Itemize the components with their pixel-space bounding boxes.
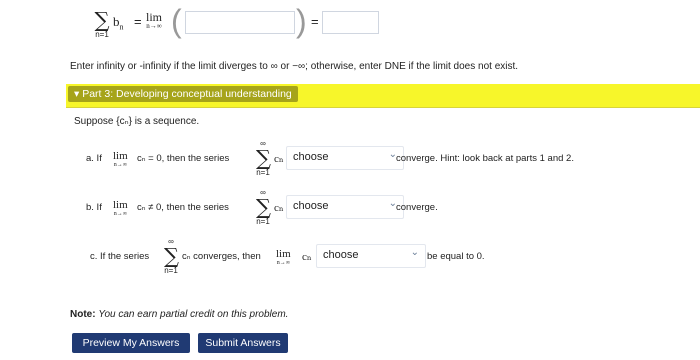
item-c-select[interactable]: choose ⌄ xyxy=(316,244,426,268)
limit-answer-input[interactable] xyxy=(322,11,379,34)
limit-operator: lim n→∞ xyxy=(146,10,163,30)
item-c: c. If the series ∞ ∑ n=1 cₙ converges, t… xyxy=(90,237,485,275)
collapse-toggle-icon: ▾ xyxy=(74,88,80,100)
limit-expression-input[interactable] xyxy=(185,11,295,34)
preview-answers-button[interactable]: Preview My Answers xyxy=(72,333,190,353)
item-a-sigma: ∞ ∑ n=1 xyxy=(256,139,271,177)
item-c-lim: lim n→∞ xyxy=(276,248,291,267)
instruction-text: Enter infinity or -infinity if the limit… xyxy=(70,61,519,72)
term-b-n: bn xyxy=(113,14,124,32)
submit-answers-button[interactable]: Submit Answers xyxy=(198,333,288,353)
item-a-select[interactable]: choose ⌄ xyxy=(286,146,404,170)
item-b-lim: lim n→∞ xyxy=(113,199,128,218)
right-paren: ) xyxy=(296,3,307,39)
left-paren: ( xyxy=(171,3,182,39)
item-b: b. If lim n→∞ cₙ ≠ 0, then the series ∞ … xyxy=(86,188,438,226)
item-a-lim: lim n→∞ xyxy=(113,150,128,169)
equals-sign: = xyxy=(134,14,142,29)
item-c-sigma: ∞ ∑ n=1 xyxy=(164,237,179,275)
part3-title[interactable]: ▾ Part 3: Developing conceptual understa… xyxy=(68,86,298,102)
suppose-text: Suppose {cₙ} is a sequence. xyxy=(74,116,200,127)
equals-sign-2: = xyxy=(311,14,319,29)
summation-symbol: ∑ n=1 xyxy=(94,8,110,39)
item-b-select[interactable]: choose ⌄ xyxy=(286,195,404,219)
partial-credit-note: Note: You can earn partial credit on thi… xyxy=(70,309,289,320)
chevron-down-icon: ⌄ xyxy=(410,247,419,258)
item-b-sigma: ∞ ∑ n=1 xyxy=(256,188,271,226)
item-a: a. If lim n→∞ cₙ = 0, then the series ∞ … xyxy=(86,139,574,177)
